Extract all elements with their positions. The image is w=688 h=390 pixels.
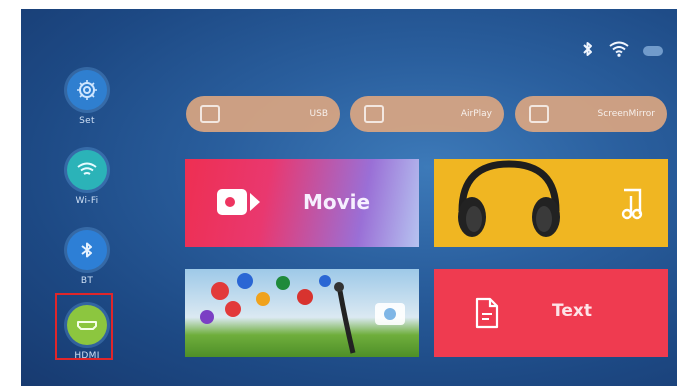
text-label: Text [552, 301, 592, 321]
camera-icon [375, 303, 405, 325]
airplay-button[interactable]: AirPlay [350, 96, 504, 132]
launcher-screen: Set Wi-Fi BT HDMI USB AirPlay ScreenMirr… [21, 9, 677, 386]
sidebar-item-wifi[interactable]: Wi-Fi [59, 150, 115, 206]
status-bar [581, 40, 663, 62]
screen-mirror-label: ScreenMirror [597, 109, 655, 119]
music-tile[interactable] [434, 159, 668, 247]
bluetooth-icon [581, 40, 595, 62]
selection-highlight [55, 293, 113, 360]
music-note-icon [621, 188, 643, 220]
screen-mirror-button[interactable]: ScreenMirror [515, 96, 667, 132]
text-tile[interactable]: Text [434, 269, 668, 357]
usb-icon [200, 105, 220, 123]
sidebar-item-set[interactable]: Set [59, 70, 115, 126]
sidebar-item-label: Wi-Fi [75, 196, 99, 206]
airplay-label: AirPlay [460, 109, 492, 119]
movie-label: Movie [303, 190, 371, 214]
gear-icon [67, 70, 107, 110]
sidebar-item-label: Set [79, 116, 95, 126]
screen-mirror-icon [529, 105, 549, 123]
wifi-icon [67, 150, 107, 190]
wifi-icon [609, 41, 629, 61]
sidebar-item-bt[interactable]: BT [59, 230, 115, 286]
video-camera-icon [217, 189, 260, 215]
airplay-icon [364, 105, 384, 123]
usb-button[interactable]: USB [186, 96, 340, 132]
usb-label: USB [309, 109, 328, 119]
photo-tile[interactable] [185, 269, 419, 357]
battery-icon [643, 46, 663, 56]
bluetooth-icon [67, 230, 107, 270]
movie-tile[interactable]: Movie [185, 159, 419, 247]
sidebar-item-label: BT [80, 276, 94, 286]
document-icon [475, 297, 499, 329]
